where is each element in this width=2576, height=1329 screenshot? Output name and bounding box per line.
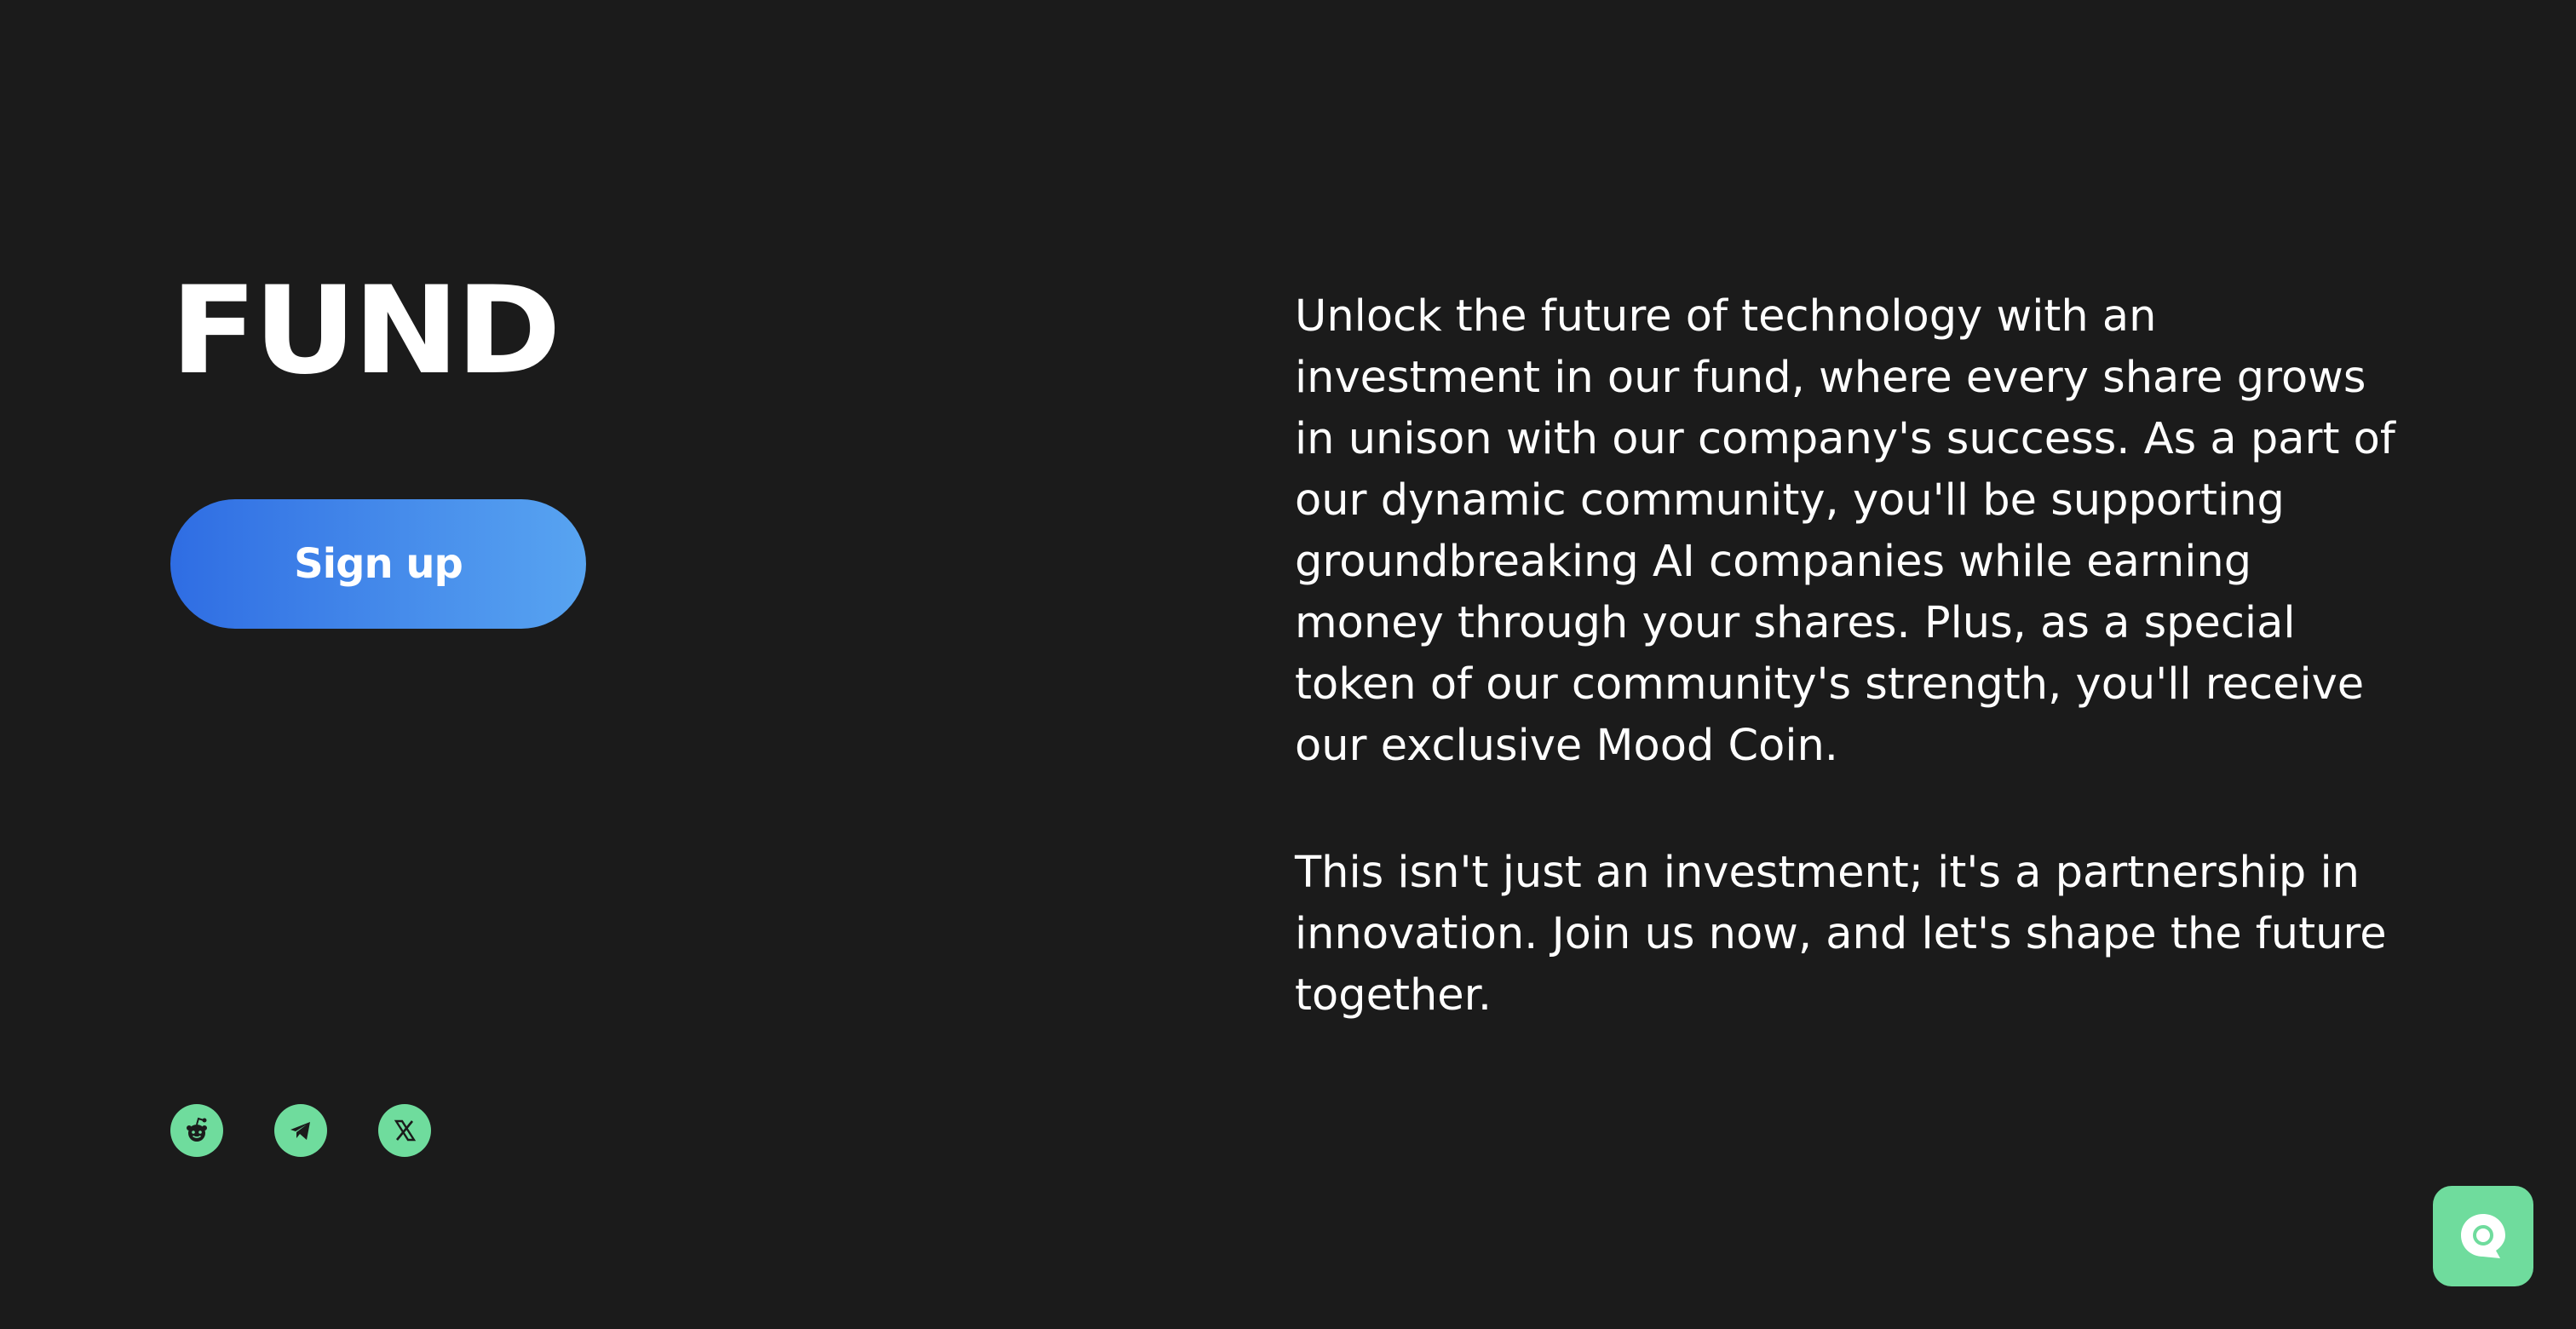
telegram-icon <box>290 1122 310 1140</box>
x-twitter-link[interactable] <box>378 1104 431 1157</box>
reddit-link[interactable] <box>170 1104 223 1157</box>
telegram-link[interactable] <box>274 1104 327 1157</box>
social-links <box>170 1104 431 1157</box>
description-text: Unlock the future of technology with an … <box>1295 286 2402 1027</box>
reddit-icon <box>187 1117 207 1142</box>
description-paragraph-2: This isn't just an investment; it's a pa… <box>1295 848 2387 1021</box>
x-icon <box>394 1119 417 1142</box>
description-paragraph-1: Unlock the future of technology with an … <box>1295 291 2395 771</box>
sign-up-button[interactable]: Sign up <box>170 499 586 629</box>
chat-bubble-icon <box>2461 1214 2505 1258</box>
brand-title: FUND <box>170 261 561 401</box>
chat-widget-button[interactable] <box>2433 1186 2533 1286</box>
